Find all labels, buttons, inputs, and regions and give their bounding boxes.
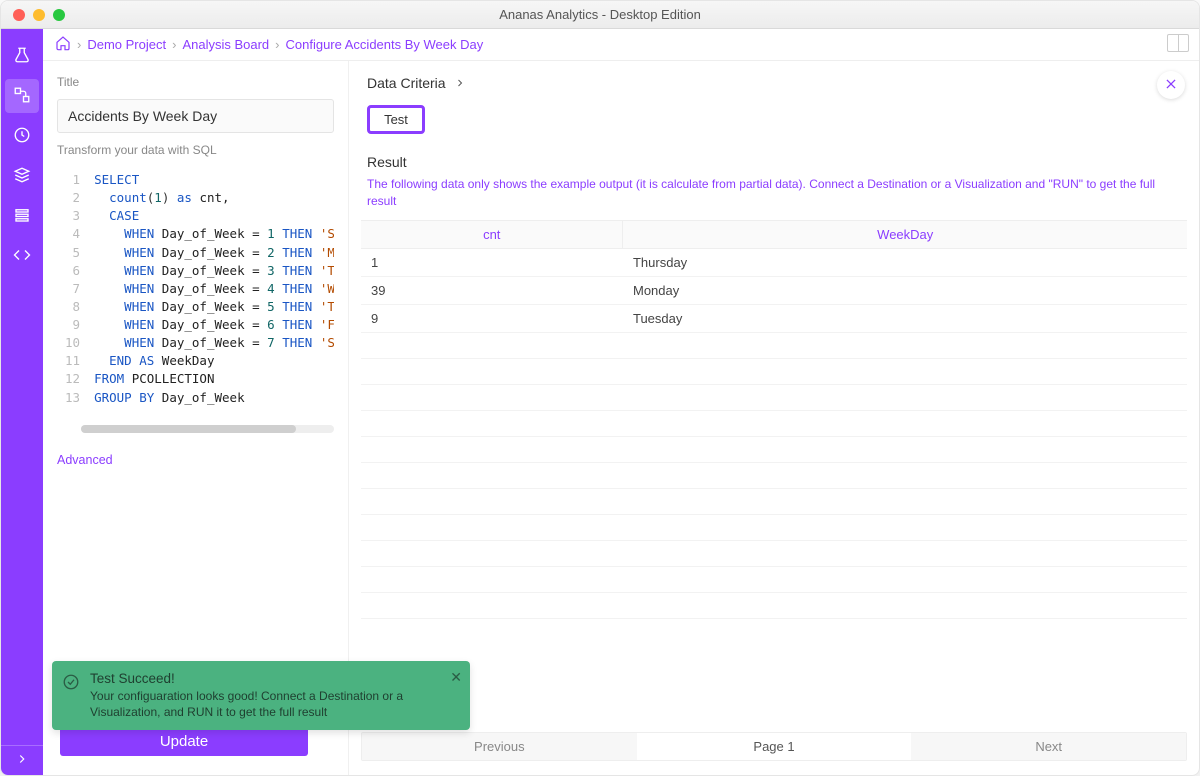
breadcrumb-sep: › bbox=[77, 37, 81, 52]
sidebar-item-code[interactable] bbox=[5, 239, 39, 273]
sql-editor[interactable]: 12345678910111213 SELECT count(1) as cnt… bbox=[57, 167, 334, 411]
column-header[interactable]: WeekDay bbox=[623, 221, 1187, 249]
horizontal-scrollbar[interactable] bbox=[81, 425, 334, 433]
close-icon bbox=[1164, 77, 1178, 94]
sidebar-collapse-button[interactable] bbox=[1, 745, 43, 775]
breadcrumb-item-current[interactable]: Configure Accidents By Week Day bbox=[286, 37, 484, 52]
clock-icon bbox=[13, 126, 31, 147]
title-label: Title bbox=[57, 75, 334, 89]
beaker-icon bbox=[13, 46, 31, 67]
pager-prev-button[interactable]: Previous bbox=[362, 733, 637, 760]
sidebar-item-schedule[interactable] bbox=[5, 119, 39, 153]
pager-page-label: Page 1 bbox=[637, 733, 912, 760]
sidebar-item-variables[interactable] bbox=[5, 199, 39, 233]
toast-description: Your configuaration looks good! Connect … bbox=[90, 688, 440, 720]
app-window: Ananas Analytics - Desktop Edition bbox=[0, 0, 1200, 776]
table-row bbox=[361, 592, 1187, 618]
result-table: cntWeekDay1Thursday39Monday9Tuesday bbox=[361, 221, 1187, 619]
breadcrumb-item-board[interactable]: Analysis Board bbox=[182, 37, 269, 52]
toast-title: Test Succeed! bbox=[90, 671, 440, 686]
table-row bbox=[361, 332, 1187, 358]
table-row bbox=[361, 384, 1187, 410]
table-row bbox=[361, 358, 1187, 384]
result-note: The following data only shows the exampl… bbox=[349, 176, 1199, 220]
window-title: Ananas Analytics - Desktop Edition bbox=[1, 7, 1199, 22]
sidebar-item-jobs[interactable] bbox=[5, 159, 39, 193]
close-preview-button[interactable] bbox=[1157, 71, 1185, 99]
code-icon bbox=[13, 246, 31, 267]
advanced-link[interactable]: Advanced bbox=[57, 453, 334, 467]
result-heading: Result bbox=[349, 144, 1199, 176]
test-button[interactable]: Test bbox=[367, 105, 425, 134]
table-row bbox=[361, 436, 1187, 462]
layers-icon bbox=[13, 166, 31, 187]
table-row: 9Tuesday bbox=[361, 304, 1187, 332]
zoom-window-button[interactable] bbox=[53, 9, 65, 21]
sql-label: Transform your data with SQL bbox=[57, 143, 334, 157]
flow-icon bbox=[13, 86, 31, 107]
table-row bbox=[361, 462, 1187, 488]
data-criteria-header[interactable]: Data Criteria bbox=[349, 61, 1199, 101]
minimize-window-button[interactable] bbox=[33, 9, 45, 21]
success-toast: Test Succeed! Your configuaration looks … bbox=[52, 661, 470, 730]
table-row bbox=[361, 566, 1187, 592]
chevron-right-icon bbox=[15, 752, 29, 769]
home-icon[interactable] bbox=[55, 35, 71, 54]
update-button[interactable]: Update bbox=[60, 726, 308, 756]
table-row: 1Thursday bbox=[361, 248, 1187, 276]
table-row: 39Monday bbox=[361, 276, 1187, 304]
result-table-wrap[interactable]: cntWeekDay1Thursday39Monday9Tuesday bbox=[361, 220, 1187, 724]
panel-toggle-icon[interactable] bbox=[1167, 34, 1189, 52]
sidebar-item-project[interactable] bbox=[5, 39, 39, 73]
list-icon bbox=[13, 206, 31, 227]
table-row bbox=[361, 540, 1187, 566]
close-window-button[interactable] bbox=[13, 9, 25, 21]
column-header[interactable]: cnt bbox=[361, 221, 623, 249]
data-criteria-label: Data Criteria bbox=[367, 75, 446, 91]
traffic-lights bbox=[1, 9, 65, 21]
preview-pane: Data Criteria Test Result The following … bbox=[348, 61, 1199, 775]
breadcrumb-sep: › bbox=[275, 37, 279, 52]
pager-next-button[interactable]: Next bbox=[911, 733, 1186, 760]
breadcrumb-sep: › bbox=[172, 37, 176, 52]
check-circle-icon bbox=[62, 673, 80, 691]
breadcrumb-item-project[interactable]: Demo Project bbox=[87, 37, 166, 52]
table-row bbox=[361, 410, 1187, 436]
sidebar-item-board[interactable] bbox=[5, 79, 39, 113]
chevron-right-icon bbox=[454, 77, 466, 89]
pager: Previous Page 1 Next bbox=[361, 732, 1187, 761]
breadcrumb: › Demo Project › Analysis Board › Config… bbox=[43, 29, 1199, 61]
sidebar bbox=[1, 29, 43, 775]
step-title-input[interactable] bbox=[57, 99, 334, 133]
toast-close-button[interactable]: ✕ bbox=[450, 669, 462, 686]
table-row bbox=[361, 514, 1187, 540]
table-row bbox=[361, 488, 1187, 514]
titlebar: Ananas Analytics - Desktop Edition bbox=[1, 1, 1199, 29]
gutter: 12345678910111213 bbox=[57, 167, 88, 411]
code-lines[interactable]: SELECT count(1) as cnt, CASE WHEN Day_of… bbox=[88, 167, 334, 411]
